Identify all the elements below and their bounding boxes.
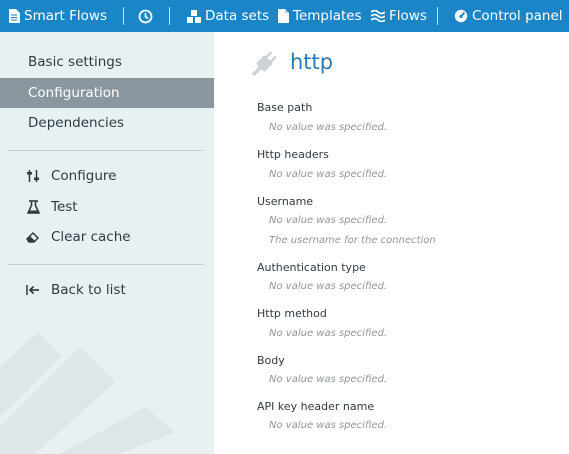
back-arrow-icon — [25, 282, 41, 298]
field-hint-username: The username for the connection — [269, 235, 436, 246]
sidebar-action-clear-cache[interactable]: Clear cache — [0, 222, 214, 252]
clock-icon — [138, 9, 153, 24]
main-content: http Base path No value was specified. H… — [214, 32, 569, 454]
sidebar-action-test[interactable]: Test — [0, 192, 214, 222]
nav-flows-label: Flows — [389, 8, 427, 24]
sidebar-item-label: Basic settings — [28, 54, 122, 70]
field-value-api-key-header-name: No value was specified. — [269, 420, 388, 431]
field-label-body: Body — [257, 354, 285, 367]
field-value-authentication-type: No value was specified. — [269, 281, 388, 292]
nav-templates-label: Templates — [293, 8, 362, 24]
sidebar-action-label: Configure — [51, 168, 117, 184]
sidebar-action-configure[interactable]: Configure — [0, 161, 214, 191]
sidebar-item-dependencies[interactable]: Dependencies — [0, 108, 214, 138]
file-icon — [278, 9, 289, 23]
nav-history[interactable] — [138, 0, 153, 32]
field-label-http-method: Http method — [257, 307, 327, 320]
waves-icon — [371, 10, 385, 22]
field-value-username: No value was specified. — [269, 215, 388, 226]
nav-smart-flows[interactable]: Smart Flows — [8, 0, 107, 32]
nav-data-sets-label: Data sets — [205, 8, 270, 24]
nav-divider — [169, 7, 170, 25]
flask-icon — [25, 199, 41, 215]
nav-data-sets[interactable]: Data sets — [187, 0, 269, 32]
nav-flows[interactable]: Flows — [371, 0, 427, 32]
field-label-username: Username — [257, 195, 314, 208]
sidebar-divider — [7, 150, 204, 151]
field-label-base-path: Base path — [257, 101, 313, 114]
sidebar-item-label: Dependencies — [28, 115, 125, 131]
document-icon — [8, 9, 20, 23]
field-label-api-key-header-name: API key header name — [257, 400, 375, 413]
nav-templates[interactable]: Templates — [278, 0, 362, 32]
sidebar-back-label: Back to list — [51, 282, 126, 298]
sidebar-action-label: Clear cache — [51, 229, 131, 245]
field-value-base-path: No value was specified. — [269, 122, 388, 133]
sidebar-item-basic-settings[interactable]: Basic settings — [0, 47, 214, 77]
nav-control-panel[interactable]: Control panel — [454, 0, 563, 32]
plug-icon — [246, 48, 280, 86]
nav-divider — [123, 7, 124, 25]
sidebar-action-label: Test — [51, 199, 78, 215]
nav-divider — [437, 7, 438, 25]
sliders-icon — [25, 168, 41, 184]
field-value-body: No value was specified. — [269, 374, 388, 385]
field-value-http-headers: No value was specified. — [269, 169, 388, 180]
sidebar-item-configuration[interactable]: Configuration — [0, 78, 214, 108]
nav-control-panel-label: Control panel — [472, 8, 563, 24]
sidebar-divider — [7, 264, 204, 265]
field-label-http-headers: Http headers — [257, 148, 329, 161]
nav-smart-flows-label: Smart Flows — [24, 8, 107, 24]
top-navigation-bar: Smart Flows Data sets Templates Flows Co… — [0, 0, 569, 32]
eraser-icon — [25, 229, 41, 245]
sidebar: Basic settings Configuration Dependencie… — [0, 32, 214, 454]
gauge-icon — [454, 9, 468, 23]
field-label-authentication-type: Authentication type — [257, 261, 366, 274]
field-value-http-method: No value was specified. — [269, 328, 388, 339]
blocks-icon — [187, 9, 201, 23]
sidebar-item-label: Configuration — [28, 85, 120, 101]
page-title: http — [290, 50, 334, 74]
sidebar-back-to-list[interactable]: Back to list — [0, 275, 214, 305]
